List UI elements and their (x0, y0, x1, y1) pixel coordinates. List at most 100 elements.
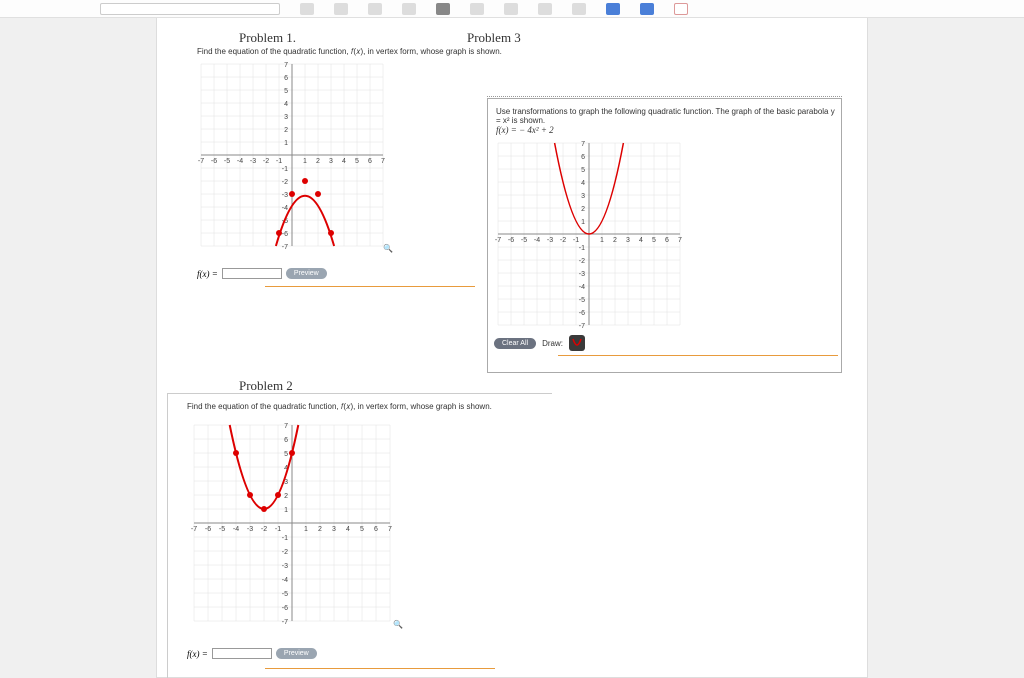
svg-text:-7: -7 (495, 237, 501, 244)
svg-text:-1: -1 (282, 166, 288, 173)
svg-text:7: 7 (388, 526, 392, 533)
top-rule (167, 393, 552, 394)
svg-text:-6: -6 (508, 237, 514, 244)
zoom-icon[interactable]: 🔍 (383, 244, 393, 253)
svg-text:-5: -5 (521, 237, 527, 244)
svg-text:-1: -1 (275, 526, 281, 533)
svg-text:-6: -6 (282, 231, 288, 238)
svg-text:-6: -6 (205, 526, 211, 533)
svg-text:-7: -7 (198, 158, 204, 165)
svg-text:4: 4 (342, 158, 346, 165)
svg-text:7: 7 (678, 237, 682, 244)
svg-text:2: 2 (613, 237, 617, 244)
svg-text:-3: -3 (282, 192, 288, 199)
svg-text:1: 1 (303, 158, 307, 165)
svg-text:4: 4 (284, 101, 288, 108)
svg-text:-3: -3 (547, 237, 553, 244)
svg-text:-4: -4 (233, 526, 239, 533)
svg-text:-6: -6 (282, 605, 288, 612)
list-icon[interactable] (470, 3, 484, 15)
problem1-preview-button[interactable]: Preview (286, 268, 327, 279)
underline (265, 286, 475, 287)
svg-text:-1: -1 (282, 535, 288, 542)
problem1-graph: -7-6-5-4-3-2-1 1234567 7654321 -1-2-3-4-… (197, 60, 387, 250)
svg-text:-1: -1 (579, 245, 585, 252)
svg-text:-6: -6 (211, 158, 217, 165)
svg-text:5: 5 (652, 237, 656, 244)
problem2-preview-button[interactable]: Preview (276, 648, 317, 659)
underline (558, 355, 838, 356)
svg-text:1: 1 (284, 507, 288, 514)
problem3-graph[interactable]: -7-6-5-4-3-2-1 1234567 7654321 -1-2-3-4-… (494, 139, 684, 329)
svg-text:-3: -3 (282, 563, 288, 570)
underline (265, 668, 495, 669)
svg-text:-2: -2 (261, 526, 267, 533)
svg-text:-1: -1 (573, 237, 579, 244)
dotted-rule (487, 96, 842, 97)
svg-text:2: 2 (318, 526, 322, 533)
color-icon[interactable] (402, 3, 416, 15)
image-icon[interactable] (674, 3, 688, 15)
svg-text:5: 5 (284, 451, 288, 458)
svg-text:-7: -7 (579, 323, 585, 329)
svg-text:-3: -3 (247, 526, 253, 533)
problem1-title: Problem 1. (239, 30, 296, 46)
page-area: Problem 1. Find the equation of the quad… (0, 18, 1024, 678)
svg-text:3: 3 (329, 158, 333, 165)
answer-label: f(x) = (197, 269, 218, 279)
bold-icon[interactable] (300, 3, 314, 15)
svg-text:5: 5 (284, 88, 288, 95)
svg-text:-1: -1 (276, 158, 282, 165)
svg-text:7: 7 (381, 158, 385, 165)
svg-text:4: 4 (581, 180, 585, 187)
problem2-answer-row: f(x) = Preview (187, 648, 317, 659)
outdent-icon[interactable] (572, 3, 586, 15)
svg-text:6: 6 (581, 154, 585, 161)
problem1-answer-input[interactable] (222, 268, 282, 279)
clear-all-button[interactable]: Clear All (494, 338, 536, 349)
svg-text:5: 5 (355, 158, 359, 165)
svg-text:-7: -7 (191, 526, 197, 533)
zoom-icon[interactable]: 🔍 (393, 620, 403, 629)
svg-text:-4: -4 (534, 237, 540, 244)
svg-text:-4: -4 (282, 577, 288, 584)
svg-text:-4: -4 (237, 158, 243, 165)
problem2-answer-input[interactable] (212, 648, 272, 659)
left-rule (167, 393, 168, 678)
underline-icon[interactable] (368, 3, 382, 15)
svg-text:3: 3 (626, 237, 630, 244)
italic-icon[interactable] (334, 3, 348, 15)
svg-text:-6: -6 (579, 310, 585, 317)
svg-text:-2: -2 (282, 179, 288, 186)
svg-text:6: 6 (665, 237, 669, 244)
svg-text:-4: -4 (282, 205, 288, 212)
svg-text:-2: -2 (560, 237, 566, 244)
marker-icon[interactable] (640, 3, 654, 15)
svg-text:-7: -7 (282, 244, 288, 250)
svg-text:6: 6 (284, 75, 288, 82)
problem2-title: Problem 2 (239, 378, 293, 394)
svg-text:2: 2 (581, 206, 585, 213)
draw-icon[interactable] (606, 3, 620, 15)
svg-text:6: 6 (368, 158, 372, 165)
problem3-equation: f(x) = − 4x² + 2 (496, 125, 554, 135)
indent-icon[interactable] (538, 3, 552, 15)
highlight-icon[interactable] (436, 3, 450, 15)
problem3-controls: Clear All Draw: (494, 335, 585, 351)
svg-text:-2: -2 (579, 258, 585, 265)
bullets-icon[interactable] (504, 3, 518, 15)
svg-text:-5: -5 (224, 158, 230, 165)
svg-text:-5: -5 (579, 297, 585, 304)
problem3-prompt: Use transformations to graph the followi… (496, 107, 836, 125)
problem2-graph: -7-6-5-4-3-2-1 1234567 7654321 -1-2-3-4-… (187, 418, 397, 628)
svg-text:3: 3 (581, 193, 585, 200)
problem3-title: Problem 3 (467, 30, 521, 46)
svg-text:1: 1 (600, 237, 604, 244)
parabola-tool-icon[interactable] (569, 335, 585, 351)
problem3-container: Use transformations to graph the followi… (487, 98, 842, 373)
svg-text:3: 3 (284, 114, 288, 121)
svg-text:6: 6 (374, 526, 378, 533)
font-select[interactable] (100, 3, 280, 15)
problem2-prompt: Find the equation of the quadratic funct… (187, 402, 492, 412)
svg-text:2: 2 (284, 127, 288, 134)
